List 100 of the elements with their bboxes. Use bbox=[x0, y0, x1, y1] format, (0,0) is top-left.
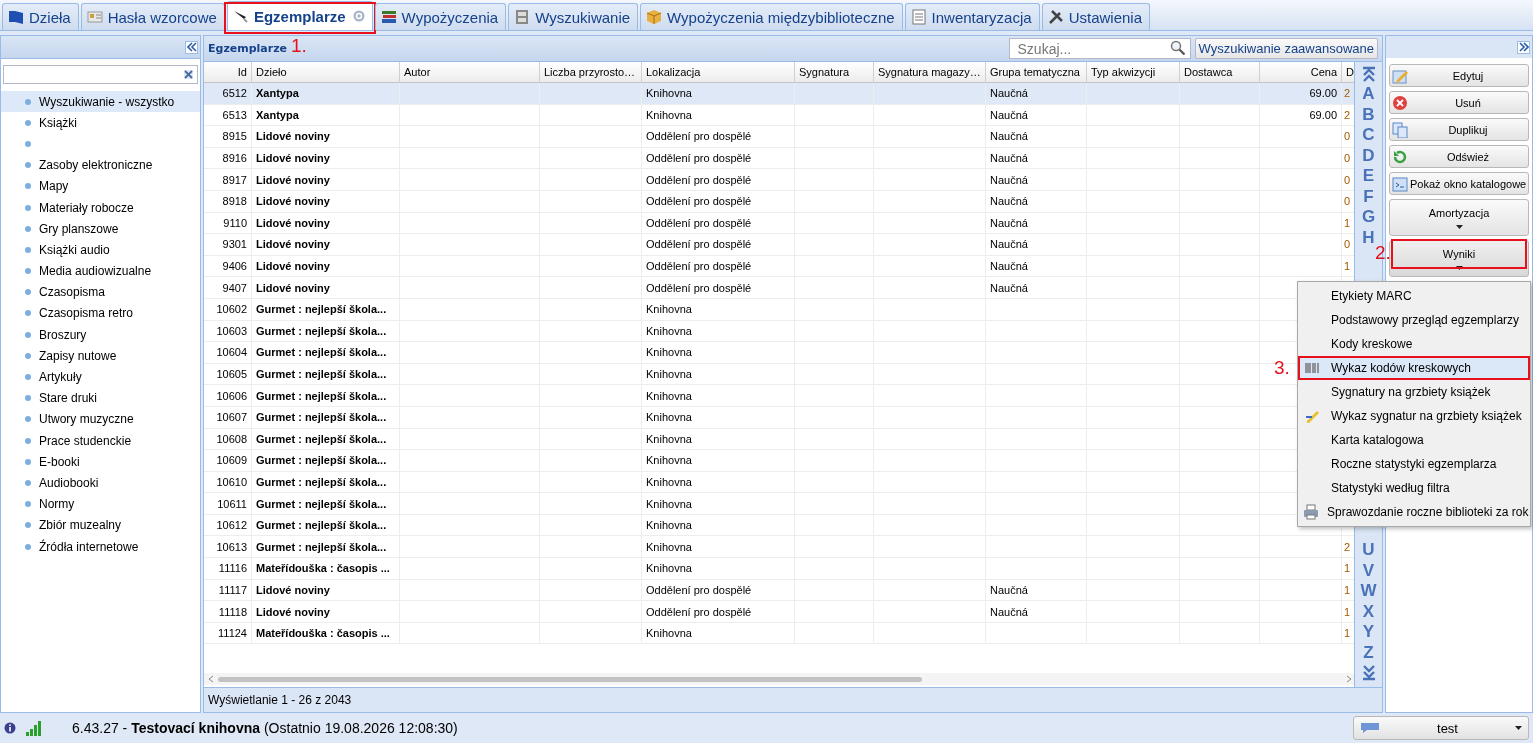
letter-link[interactable]: U bbox=[1362, 540, 1375, 561]
sidebar-item[interactable]: Czasopisma bbox=[1, 281, 200, 303]
sidebar-item[interactable]: Audiobooki bbox=[1, 472, 200, 494]
caret-icon bbox=[1455, 265, 1463, 270]
table-cell: Lidové noviny bbox=[252, 255, 400, 278]
table-cell: 8916 bbox=[204, 147, 252, 170]
action-button[interactable]: Duplikuj bbox=[1389, 118, 1529, 141]
first-icon[interactable] bbox=[1361, 66, 1376, 82]
sidebar-item[interactable]: Książki bbox=[1, 112, 200, 134]
column-header[interactable]: D bbox=[1342, 62, 1354, 83]
tab[interactable]: Wypożyczenia bbox=[374, 3, 507, 30]
last-icon[interactable] bbox=[1361, 665, 1376, 681]
column-header[interactable]: Liczba przyrosto… bbox=[540, 62, 642, 83]
sidebar-item[interactable]: Zasoby elektroniczne bbox=[1, 154, 200, 176]
table-cell: Naučná bbox=[986, 212, 1087, 235]
action-button[interactable]: Usuń bbox=[1389, 91, 1529, 114]
column-header[interactable]: Autor bbox=[400, 62, 540, 83]
letter-link[interactable]: A bbox=[1362, 84, 1375, 105]
menu-item[interactable]: Etykiety MARC bbox=[1300, 284, 1528, 308]
letter-link[interactable]: W bbox=[1360, 581, 1377, 602]
letter-link[interactable]: H bbox=[1362, 227, 1375, 248]
letter-link[interactable]: B bbox=[1362, 104, 1375, 125]
menu-item[interactable]: Karta katalogowa bbox=[1300, 428, 1528, 452]
tab[interactable]: Hasła wzorcowe bbox=[80, 3, 225, 30]
table-cell: Knihovna bbox=[642, 298, 795, 321]
table-cell: Mateřídouška : časopis ... bbox=[252, 558, 400, 580]
table-cell: Knihovna bbox=[642, 493, 795, 515]
table-cell: Knihovna bbox=[642, 558, 795, 580]
menu-item[interactable]: Sygnatury na grzbiety książek bbox=[1300, 380, 1528, 404]
search-icon bbox=[1169, 40, 1186, 56]
letter-link[interactable]: Z bbox=[1363, 642, 1374, 663]
sidebar-item[interactable]: Gry planszowe bbox=[1, 218, 200, 240]
table-cell: 10609 bbox=[204, 450, 252, 472]
letter-link[interactable]: Y bbox=[1362, 622, 1375, 643]
search-field[interactable]: Szukaj... bbox=[1008, 38, 1191, 59]
tab[interactable]: Wyszukiwanie bbox=[508, 3, 639, 30]
column-header[interactable]: Grupa tematyczna bbox=[986, 62, 1087, 83]
sidebar-item[interactable]: Artykuły bbox=[1, 366, 200, 388]
collapse-button[interactable] bbox=[185, 40, 198, 54]
sidebar-item[interactable]: Broszury bbox=[1, 324, 200, 346]
table-cell: Gurmet : nejlepší škola... bbox=[252, 320, 400, 343]
help-icon[interactable] bbox=[352, 10, 365, 22]
letter-link[interactable]: D bbox=[1362, 145, 1375, 166]
tab[interactable]: Inwentaryzacja bbox=[904, 3, 1040, 30]
table-cell: Naučná bbox=[986, 277, 1087, 299]
dropdown-button[interactable]: Amortyzacja bbox=[1389, 199, 1529, 236]
advanced-search-button[interactable]: Wyszukiwanie zaawansowane bbox=[1194, 38, 1378, 59]
sidebar-item[interactable]: Zapisy nutowe bbox=[1, 345, 200, 367]
letter-link[interactable]: V bbox=[1362, 560, 1375, 581]
letter-link[interactable]: E bbox=[1362, 166, 1375, 187]
table-cell: Knihovna bbox=[642, 622, 795, 645]
sidebar-item[interactable]: Wyszukiwanie - wszystko bbox=[1, 91, 200, 113]
tab[interactable]: Ustawienia bbox=[1041, 3, 1150, 30]
menu-item[interactable]: Podstawowy przegląd egzemplarzy bbox=[1300, 308, 1528, 332]
column-header[interactable]: Typ akwizycji bbox=[1087, 62, 1180, 83]
tab[interactable]: Wypożyczenia międzybiblioteczne bbox=[640, 3, 903, 30]
action-button[interactable]: Odśwież bbox=[1389, 145, 1529, 168]
info-icon[interactable] bbox=[4, 722, 16, 734]
letter-link[interactable]: X bbox=[1362, 601, 1375, 622]
table-cell: Oddělení pro dospělé bbox=[642, 601, 795, 623]
tab[interactable]: Egzemplarze bbox=[226, 1, 373, 30]
menu-item[interactable]: Kody kreskowe bbox=[1300, 332, 1528, 356]
sidebar-item[interactable]: Stare druki bbox=[1, 387, 200, 409]
menu-item[interactable]: Roczne statystyki egzemplarza bbox=[1300, 452, 1528, 476]
column-header[interactable]: Lokalizacja bbox=[642, 62, 795, 83]
action-button[interactable]: Edytuj bbox=[1389, 64, 1529, 87]
action-button[interactable]: Pokaż okno katalogowe bbox=[1389, 172, 1529, 195]
sidebar-item[interactable]: Mapy bbox=[1, 175, 200, 197]
sidebar-item[interactable]: Utwory muzyczne bbox=[1, 408, 200, 430]
user-button[interactable]: test bbox=[1353, 716, 1529, 740]
tab[interactable]: Dzieła bbox=[2, 3, 79, 30]
menu-item[interactable]: Wykaz sygnatur na grzbiety książek bbox=[1300, 404, 1528, 428]
clear-icon[interactable] bbox=[184, 70, 193, 79]
sidebar-item[interactable]: Prace studenckie bbox=[1, 430, 200, 452]
filter-field[interactable] bbox=[3, 65, 198, 84]
sidebar-item[interactable]: Materiały robocze bbox=[1, 196, 200, 219]
folder-icon bbox=[8, 9, 24, 25]
letter-link[interactable]: C bbox=[1362, 125, 1375, 146]
sidebar-item[interactable]: Czasopisma retro bbox=[1, 302, 200, 325]
sidebar-item[interactable]: E-booki bbox=[1, 451, 200, 473]
table-cell: Oddělení pro dospělé bbox=[642, 147, 795, 170]
column-header[interactable]: Dzieło bbox=[252, 62, 400, 83]
column-header[interactable]: Sygnatura bbox=[795, 62, 874, 83]
menu-item[interactable]: Statystyki według filtra bbox=[1300, 476, 1528, 500]
sidebar-item[interactable]: Normy bbox=[1, 493, 200, 515]
column-header[interactable]: Id bbox=[204, 62, 252, 83]
expand-button[interactable] bbox=[1517, 40, 1530, 54]
table-cell: 11124 bbox=[204, 622, 252, 645]
sidebar-item[interactable]: Źródła internetowe bbox=[1, 535, 200, 558]
menu-item[interactable]: Sprawozdanie roczne biblioteki za rok bbox=[1300, 500, 1528, 524]
column-header[interactable]: Cena bbox=[1260, 62, 1342, 83]
table-cell: 10613 bbox=[204, 536, 252, 559]
letter-link[interactable]: G bbox=[1361, 207, 1376, 228]
sidebar-item[interactable]: Media audiowizualne bbox=[1, 260, 200, 282]
column-header[interactable]: Dostawca bbox=[1180, 62, 1260, 83]
sidebar-item[interactable]: Książki audio bbox=[1, 239, 200, 261]
letter-link[interactable]: F bbox=[1363, 186, 1374, 207]
column-header[interactable]: Sygnatura magazy… bbox=[874, 62, 986, 83]
sidebar-item[interactable]: Zbiór muzealny bbox=[1, 514, 200, 536]
horizontal-scrollbar[interactable] bbox=[204, 673, 1354, 685]
